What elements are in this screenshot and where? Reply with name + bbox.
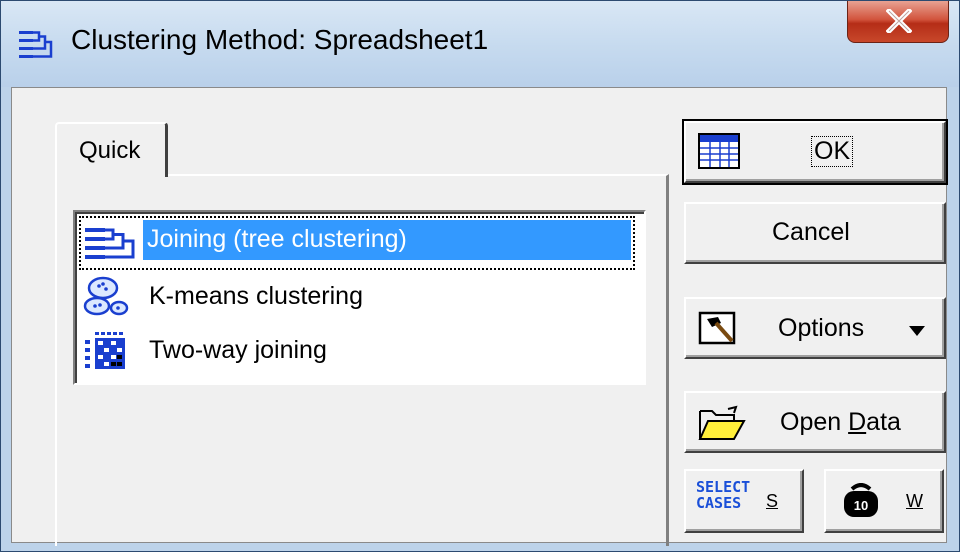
options-button-label: Options	[778, 314, 865, 342]
list-item-label: K-means clustering	[149, 282, 363, 310]
clustering-method-list[interactable]: Joining (tree clustering) K-means cluste…	[73, 210, 646, 385]
list-item-two-way-joining[interactable]: Two-way joining	[79, 324, 635, 378]
two-way-joining-icon	[85, 332, 125, 369]
dialog-window: Clustering Method: Spreadsheet1 Quick Jo…	[0, 0, 960, 552]
open-folder-icon	[698, 405, 746, 440]
weight-button[interactable]: 10 W	[824, 469, 944, 533]
ok-button-label: OK	[810, 136, 854, 167]
tree-clustering-icon	[85, 228, 135, 259]
list-item-k-means[interactable]: K-means clustering	[79, 270, 635, 324]
select-cases-shortcut: S	[766, 491, 779, 511]
list-item-label: Two-way joining	[149, 336, 327, 364]
tab-quick-label: Quick	[79, 137, 141, 164]
ok-button[interactable]: OK	[682, 119, 948, 185]
list-item-label: Joining (tree clustering)	[143, 220, 631, 260]
weight-icon: 10	[844, 483, 878, 517]
dialog-client-area: Quick Joining (tree clustering) K-means …	[11, 87, 948, 546]
close-icon	[886, 9, 912, 33]
spreadsheet-icon	[698, 133, 740, 169]
dropdown-arrow-icon	[909, 326, 925, 336]
title-bar[interactable]: Clustering Method: Spreadsheet1	[1, 1, 959, 87]
open-data-button[interactable]: Open Data	[684, 391, 946, 453]
tree-clustering-icon	[19, 31, 53, 58]
cancel-button[interactable]: Cancel	[684, 202, 946, 264]
close-button[interactable]	[847, 1, 949, 43]
window-title: Clustering Method: Spreadsheet1	[71, 24, 489, 55]
list-item-joining[interactable]: Joining (tree clustering)	[79, 216, 635, 270]
open-data-button-label: Open Data	[780, 408, 901, 436]
k-means-icon	[83, 276, 129, 316]
options-button[interactable]: Options	[684, 297, 946, 359]
select-cases-button[interactable]: SELECT CASES S	[684, 469, 804, 533]
weight-shortcut: W	[906, 491, 923, 511]
hammer-icon	[698, 311, 736, 345]
select-cases-icon: SELECT CASES	[696, 478, 751, 512]
cancel-button-label: Cancel	[772, 218, 850, 246]
svg-text:10: 10	[854, 498, 868, 513]
tab-quick[interactable]: Quick	[55, 122, 168, 177]
